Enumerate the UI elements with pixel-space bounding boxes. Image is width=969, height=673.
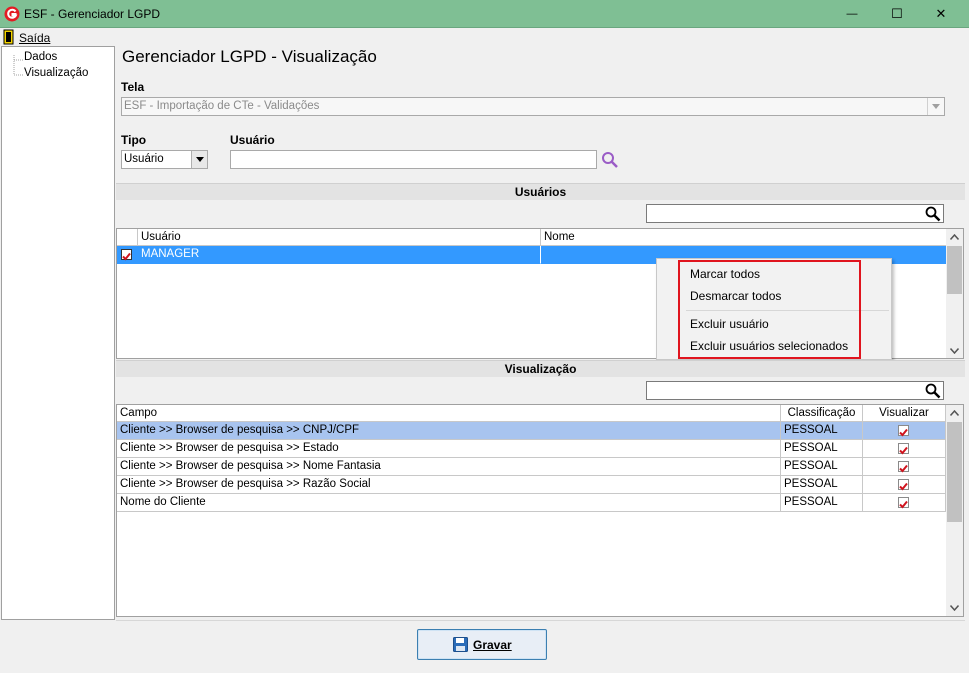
checkmark-icon — [899, 464, 908, 473]
visualizacao-vertical-scrollbar[interactable] — [946, 405, 963, 616]
close-button[interactable]: ✕ — [918, 0, 964, 28]
chevron-down-icon — [195, 157, 204, 162]
tela-dropdown-button[interactable] — [927, 98, 944, 115]
cell-visualizar[interactable] — [863, 422, 946, 440]
row-checkbox[interactable] — [121, 249, 132, 261]
search-icon[interactable] — [601, 151, 619, 168]
usuarios-search-input[interactable] — [646, 204, 944, 223]
visualizar-checkbox[interactable] — [898, 443, 909, 455]
cell-campo: Nome do Cliente — [117, 494, 781, 512]
column-header-usuario[interactable]: Usuário — [138, 229, 541, 246]
checkmark-icon — [899, 428, 908, 437]
scrollbar-thumb[interactable] — [947, 246, 962, 294]
save-button[interactable]: Gravar — [417, 629, 547, 660]
highlight-box — [678, 260, 861, 359]
scroll-down-icon[interactable] — [950, 348, 959, 354]
table-row[interactable]: Cliente >> Browser de pesquisa >> Nome F… — [117, 458, 946, 476]
scroll-up-icon[interactable] — [950, 234, 959, 240]
menu-sair[interactable]: Saída — [19, 31, 50, 45]
cell-classificacao: PESSOAL — [781, 494, 863, 512]
cell-classificacao: PESSOAL — [781, 440, 863, 458]
bottom-separator — [116, 620, 965, 621]
chevron-down-icon — [932, 104, 940, 109]
tree-item-visualizacao[interactable]: Visualização — [24, 67, 88, 79]
tree-item-dados[interactable]: Dados — [24, 51, 57, 63]
tela-value: ESF - Importação de CTe - Validações — [124, 100, 320, 112]
usuarios-section-header: Usuários — [116, 183, 965, 200]
minimize-icon: — — [846, 8, 858, 20]
checkmark-icon — [899, 482, 908, 491]
save-button-label: Gravar — [473, 638, 512, 652]
visualizar-checkbox[interactable] — [898, 497, 909, 509]
usuarios-vertical-scrollbar[interactable] — [946, 229, 963, 358]
table-row[interactable]: Cliente >> Browser de pesquisa >> Razão … — [117, 476, 946, 494]
tipo-value: Usuário — [124, 153, 164, 165]
table-row[interactable]: Nome do Cliente PESSOAL — [117, 494, 946, 512]
tela-label: Tela — [121, 80, 145, 94]
column-header-visualizar[interactable]: Visualizar — [863, 405, 946, 422]
navigation-tree: Dados Visualização — [1, 46, 115, 620]
cell-visualizar[interactable] — [863, 440, 946, 458]
maximize-icon: ☐ — [891, 6, 903, 21]
usuario-label: Usuário — [230, 133, 275, 147]
visualizar-checkbox[interactable] — [898, 479, 909, 491]
scrollbar-thumb[interactable] — [947, 422, 962, 522]
visualizacao-search-input[interactable] — [646, 381, 944, 400]
tree-lines-icon — [13, 55, 24, 76]
maximize-button[interactable]: ☐ — [874, 0, 920, 28]
cell-campo: Cliente >> Browser de pesquisa >> Nome F… — [117, 458, 781, 476]
search-icon[interactable] — [925, 383, 941, 399]
checkmark-icon — [122, 252, 131, 261]
close-icon: ✕ — [935, 6, 947, 21]
row-checkbox-cell[interactable] — [117, 246, 138, 264]
minimize-button[interactable]: — — [829, 0, 875, 28]
page-title: Gerenciador LGPD - Visualização — [122, 47, 377, 66]
column-header-nome[interactable]: Nome — [541, 229, 947, 246]
scroll-up-icon[interactable] — [950, 410, 959, 416]
visualizar-checkbox[interactable] — [898, 461, 909, 473]
cell-campo: Cliente >> Browser de pesquisa >> Estado — [117, 440, 781, 458]
cell-campo: Cliente >> Browser de pesquisa >> Razão … — [117, 476, 781, 494]
floppy-disk-icon — [453, 637, 468, 652]
cell-classificacao: PESSOAL — [781, 422, 863, 440]
cell-classificacao: PESSOAL — [781, 458, 863, 476]
tipo-select[interactable]: Usuário — [121, 150, 208, 169]
cell-visualizar[interactable] — [863, 458, 946, 476]
table-row[interactable]: Cliente >> Browser de pesquisa >> CNPJ/C… — [117, 422, 946, 440]
table-row[interactable]: Cliente >> Browser de pesquisa >> Estado… — [117, 440, 946, 458]
cell-visualizar[interactable] — [863, 476, 946, 494]
window-title: ESF - Gerenciador LGPD — [24, 7, 161, 21]
app-logo-icon — [4, 6, 20, 22]
scroll-down-icon[interactable] — [950, 605, 959, 611]
usuario-input[interactable] — [230, 150, 597, 169]
menu-bar — [0, 28, 969, 46]
visualizacao-grid: Campo Classificação Visualizar Cliente >… — [116, 404, 964, 617]
column-header-campo[interactable]: Campo — [117, 405, 781, 422]
search-icon[interactable] — [925, 206, 941, 222]
select-column-header — [117, 229, 138, 246]
tipo-label: Tipo — [121, 133, 147, 147]
cell-visualizar[interactable] — [863, 494, 946, 512]
tela-select[interactable]: ESF - Importação de CTe - Validações — [121, 97, 945, 116]
cell-campo: Cliente >> Browser de pesquisa >> CNPJ/C… — [117, 422, 781, 440]
checkmark-icon — [899, 500, 908, 509]
tipo-dropdown-button[interactable] — [191, 151, 207, 168]
visualizar-checkbox[interactable] — [898, 425, 909, 437]
exit-icon — [3, 29, 16, 45]
column-header-classificacao[interactable]: Classificação — [781, 405, 863, 422]
cell-classificacao: PESSOAL — [781, 476, 863, 494]
checkmark-icon — [899, 446, 908, 455]
visualizacao-section-header: Visualização — [116, 360, 965, 377]
cell-usuario: MANAGER — [138, 246, 541, 264]
